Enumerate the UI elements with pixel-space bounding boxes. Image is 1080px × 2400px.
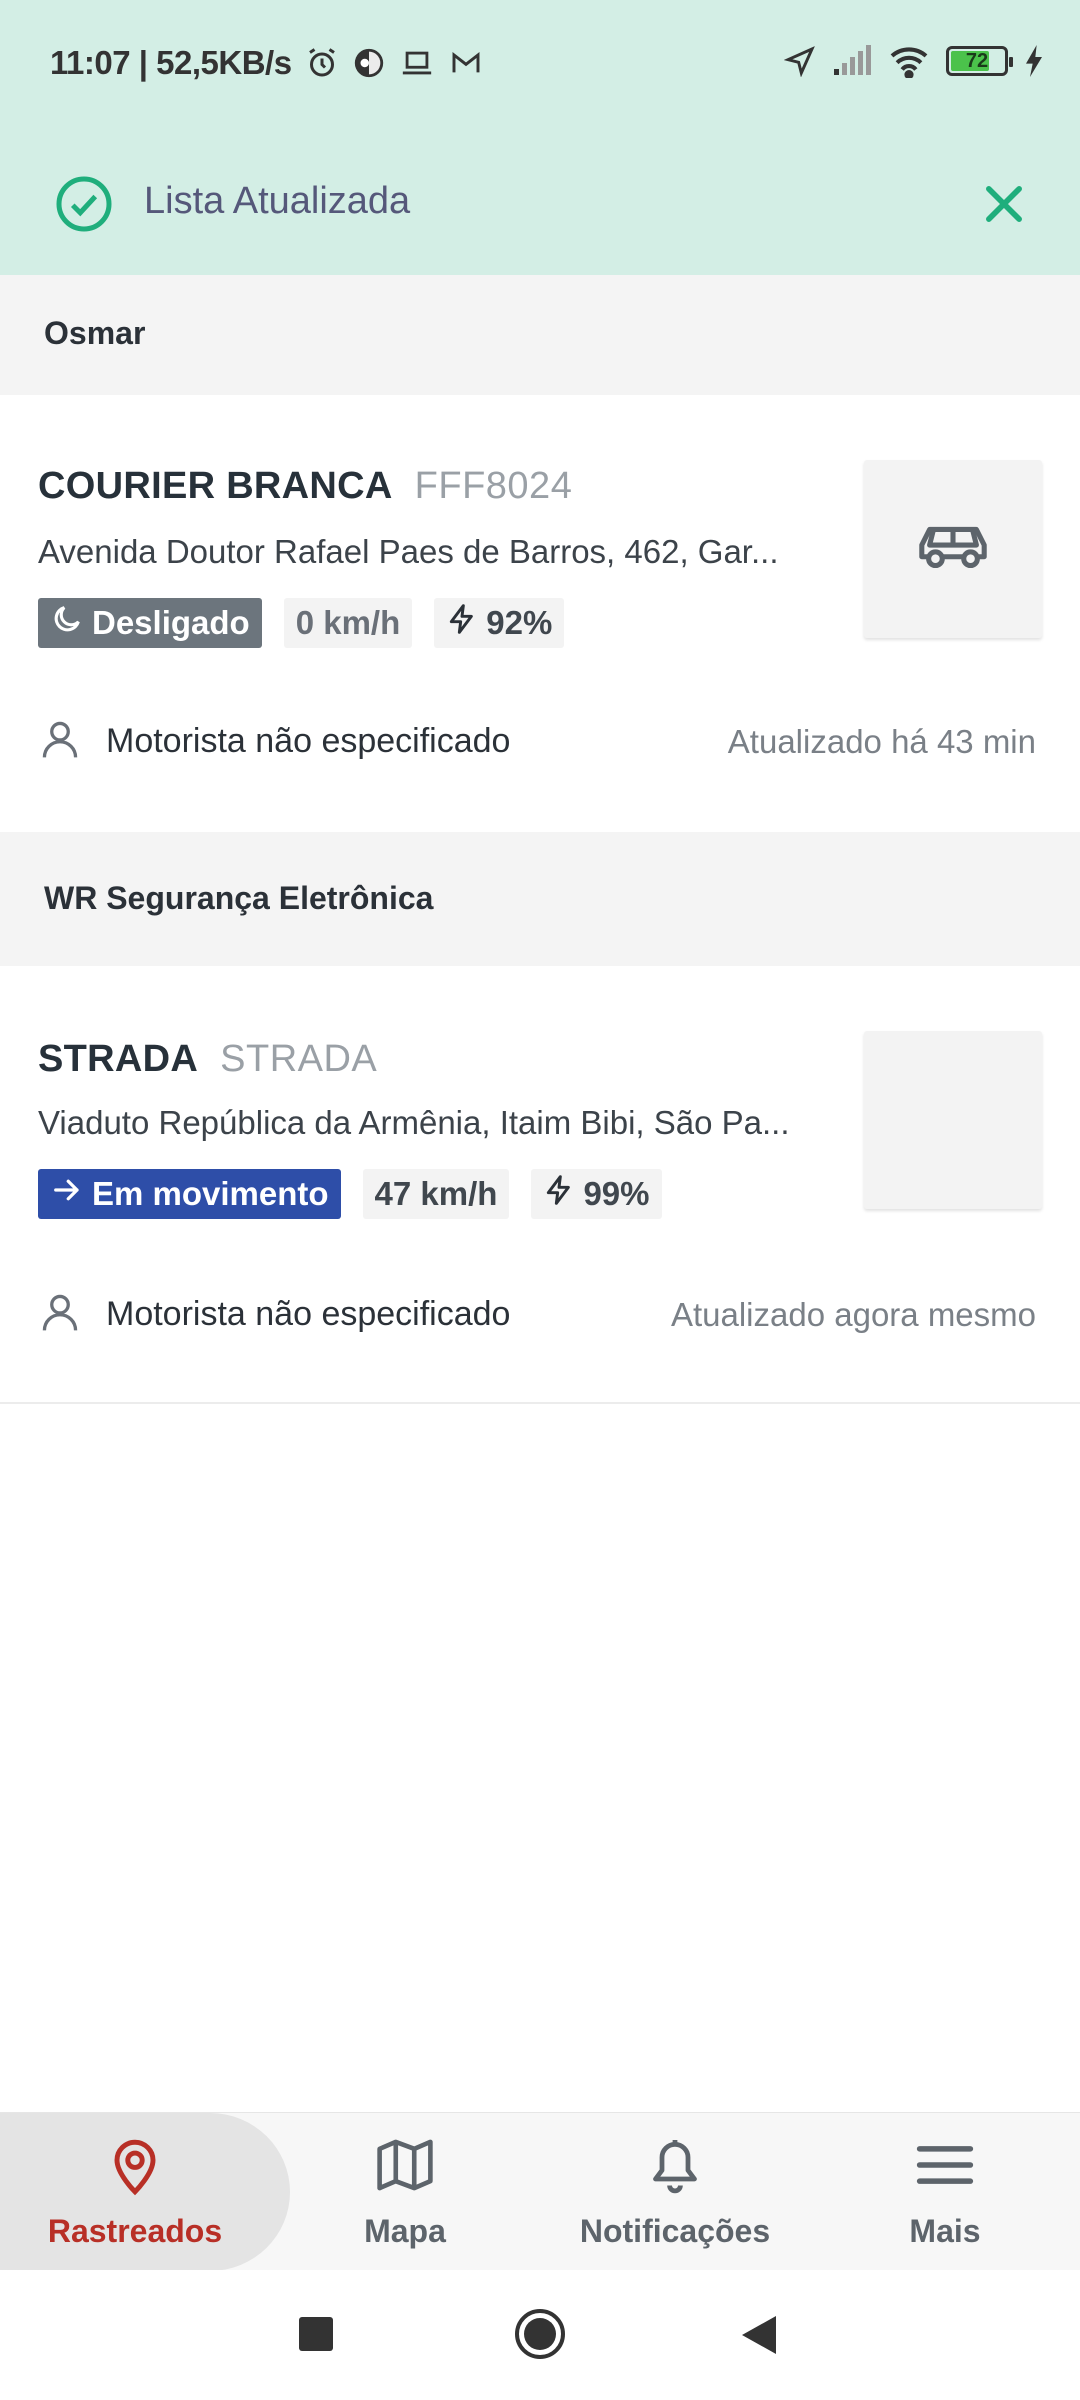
updated-time: Atualizado agora mesmo — [670, 1295, 1036, 1333]
moon-icon — [50, 602, 84, 644]
battery-badge: 92% — [434, 598, 565, 648]
driver-row: Motorista não especificado Atualizado há… — [38, 717, 1036, 766]
vehicle-address: Avenida Doutor Rafael Paes de Barros, 46… — [38, 533, 779, 570]
updated-time: Atualizado há 43 min — [727, 722, 1036, 760]
top-banner-area: 11:07 | 52,5KB/s 72 Lista Atualizada — [0, 0, 1080, 275]
battery-icon: 72 — [946, 46, 1013, 76]
status-time-speed: 11:07 | 52,5KB/s — [50, 44, 292, 81]
group-header: WR Segurança Eletrônica — [0, 832, 1080, 966]
nav-item-mais[interactable]: Mais — [810, 2113, 1080, 2271]
status-bar-right: 72 — [784, 44, 1044, 78]
map-icon — [270, 2137, 540, 2193]
driver-name: Motorista não especificado — [106, 722, 511, 760]
location-arrow-icon — [784, 45, 816, 77]
vehicle-thumbnail[interactable] — [864, 460, 1042, 638]
group-header: Osmar — [0, 275, 1080, 395]
vehicle-title-row: COURIER BRANCA FFF8024 — [38, 465, 572, 508]
alarm-icon — [304, 45, 340, 81]
wifi-icon — [888, 44, 930, 78]
battery-level: 72 — [965, 49, 989, 72]
list-divider — [0, 1402, 1080, 1404]
nav-label: Mapa — [364, 2213, 446, 2249]
car-icon — [914, 517, 992, 582]
system-navigation-bar — [0, 2270, 1080, 2400]
vehicle-plate: FFF8024 — [414, 465, 573, 507]
vehicle-name: COURIER BRANCA — [38, 465, 393, 507]
toast-banner: Lista Atualizada — [0, 150, 1080, 260]
bolt-icon — [446, 601, 478, 645]
arrow-right-icon — [50, 1175, 84, 1213]
vehicle-chips: Desligado 0 km/h 92% — [38, 598, 565, 648]
nav-label: Notificações — [579, 2213, 771, 2249]
driver-name: Motorista não especificado — [106, 1295, 511, 1333]
vehicle-title-row: STRADA STRADA — [38, 1038, 377, 1081]
bottom-navigation: Rastreados Mapa Notificações Mais — [0, 2112, 1080, 2271]
nav-item-rastreados[interactable]: Rastreados — [0, 2113, 270, 2271]
driver-row: Motorista não especificado Atualizado ag… — [38, 1290, 1036, 1339]
check-circle-icon — [54, 174, 114, 239]
status-bar-left: 11:07 | 52,5KB/s — [50, 44, 484, 82]
vehicle-thumbnail[interactable] — [864, 1031, 1042, 1209]
status-badge: Desligado — [38, 598, 262, 648]
battery-badge: 99% — [531, 1169, 662, 1219]
close-icon[interactable] — [978, 178, 1030, 235]
nav-label: Rastreados — [47, 2213, 223, 2249]
vehicle-card[interactable]: COURIER BRANCA FFF8024 Avenida Doutor Ra… — [0, 395, 1080, 830]
vehicle-card[interactable]: STRADA STRADA Viaduto República da Armên… — [0, 966, 1080, 1402]
app-notification-icon — [352, 46, 386, 80]
bolt-icon — [543, 1172, 575, 1216]
recents-square-icon[interactable] — [298, 2316, 334, 2357]
map-pin-icon — [0, 2137, 270, 2197]
nav-item-notificacoes[interactable]: Notificações — [540, 2113, 810, 2271]
person-icon — [38, 717, 82, 766]
status-bar: 11:07 | 52,5KB/s 72 — [0, 0, 1080, 130]
vehicle-plate: STRADA — [220, 1038, 378, 1080]
nav-label: Mais — [909, 2213, 981, 2249]
battery-value: 92% — [486, 604, 553, 641]
nav-item-mapa[interactable]: Mapa — [270, 2113, 540, 2271]
back-triangle-icon[interactable] — [740, 2314, 778, 2361]
speed-badge: 0 km/h — [283, 598, 413, 648]
group-name: Osmar — [44, 315, 146, 351]
status-label: Desligado — [92, 604, 250, 641]
toast-message: Lista Atualizada — [144, 180, 411, 222]
vehicle-chips: Em movimento 47 km/h 99% — [38, 1169, 662, 1219]
home-circle-icon[interactable] — [514, 2308, 566, 2365]
vehicle-address: Viaduto República da Armênia, Itaim Bibi… — [38, 1104, 790, 1141]
battery-value: 99% — [583, 1175, 650, 1212]
vehicle-name: STRADA — [38, 1038, 199, 1080]
signal-icon — [832, 45, 872, 77]
laptop-icon — [398, 46, 436, 80]
status-label: Em movimento — [92, 1175, 329, 1212]
bell-icon — [540, 2137, 810, 2195]
menu-icon — [810, 2137, 1080, 2193]
status-badge: Em movimento — [38, 1169, 341, 1219]
gmail-icon — [448, 47, 484, 79]
group-name: WR Segurança Eletrônica — [44, 880, 434, 916]
person-icon — [38, 1290, 82, 1339]
charging-bolt-icon — [1024, 45, 1044, 77]
speed-badge: 47 km/h — [362, 1169, 510, 1219]
